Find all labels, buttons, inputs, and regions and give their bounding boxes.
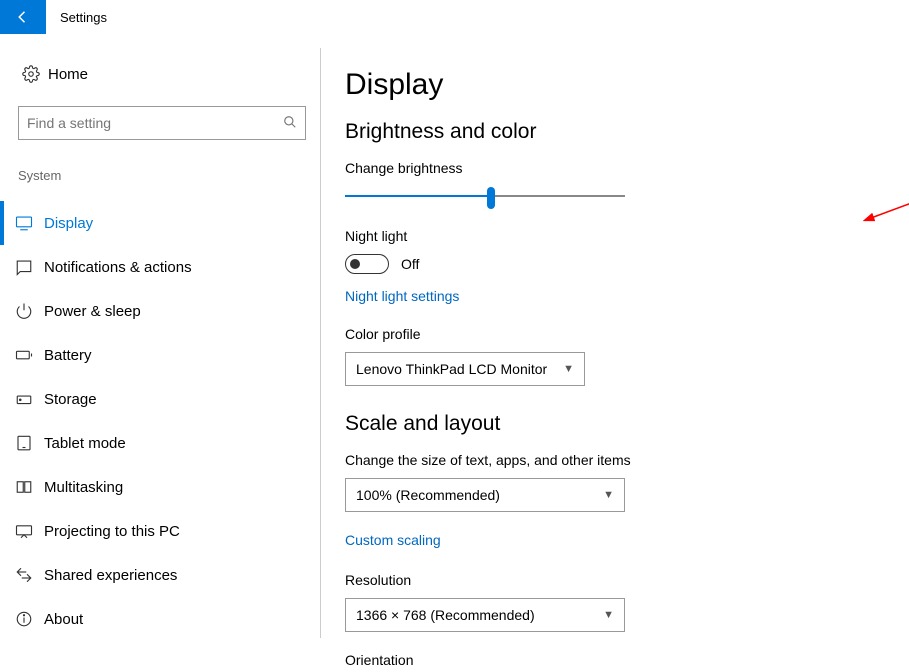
slider-fill xyxy=(345,195,491,197)
sidebar-item-storage[interactable]: Storage xyxy=(0,377,300,421)
sidebar-item-shared[interactable]: Shared experiences xyxy=(0,553,300,597)
sidebar-home-label: Home xyxy=(48,66,88,83)
sidebar-item-tablet[interactable]: Tablet mode xyxy=(0,421,300,465)
sidebar-item-label: Tablet mode xyxy=(44,435,126,452)
search-input[interactable] xyxy=(27,115,283,131)
sidebar-item-label: Storage xyxy=(44,391,97,408)
brightness-slider[interactable] xyxy=(345,186,625,206)
back-button[interactable] xyxy=(0,0,46,34)
night-light-state: Off xyxy=(401,256,419,272)
sidebar-item-label: Shared experiences xyxy=(44,567,177,584)
slider-thumb[interactable] xyxy=(487,187,495,209)
dropdown-value: Lenovo ThinkPad LCD Monitor xyxy=(356,361,547,377)
sidebar-category: System xyxy=(18,168,320,183)
chevron-down-icon: ▼ xyxy=(603,609,614,621)
sidebar-home[interactable]: Home xyxy=(18,54,320,94)
shared-icon xyxy=(4,566,44,584)
gear-icon xyxy=(18,65,44,83)
sidebar-item-label: Projecting to this PC xyxy=(44,523,180,540)
tablet-icon xyxy=(4,434,44,452)
sidebar-item-power[interactable]: Power & sleep xyxy=(0,289,300,333)
sidebar-item-label: About xyxy=(44,611,83,628)
sidebar-item-multitasking[interactable]: Multitasking xyxy=(0,465,300,509)
sidebar-item-label: Notifications & actions xyxy=(44,259,192,276)
sidebar-item-display[interactable]: Display xyxy=(0,201,300,245)
chevron-down-icon: ▼ xyxy=(603,489,614,501)
multitasking-icon xyxy=(4,478,44,496)
battery-icon xyxy=(4,346,44,364)
display-icon xyxy=(4,214,44,232)
dropdown-value: 100% (Recommended) xyxy=(356,487,500,503)
chevron-down-icon: ▼ xyxy=(563,363,574,375)
sidebar-item-battery[interactable]: Battery xyxy=(0,333,300,377)
night-light-toggle[interactable] xyxy=(345,254,389,274)
power-icon xyxy=(4,302,44,320)
search-icon xyxy=(283,115,297,132)
about-icon xyxy=(4,610,44,628)
night-light-settings-link[interactable]: Night light settings xyxy=(345,288,459,304)
dropdown-value: 1366 × 768 (Recommended) xyxy=(356,607,535,623)
resolution-label: Resolution xyxy=(345,572,909,588)
sidebar-item-label: Display xyxy=(44,215,93,232)
page-title: Display xyxy=(345,68,909,102)
sidebar-item-notifications[interactable]: Notifications & actions xyxy=(0,245,300,289)
sidebar-item-label: Multitasking xyxy=(44,479,123,496)
scale-label: Change the size of text, apps, and other… xyxy=(345,452,909,468)
notifications-icon xyxy=(4,258,44,276)
storage-icon xyxy=(4,390,44,408)
color-profile-dropdown[interactable]: Lenovo ThinkPad LCD Monitor ▼ xyxy=(345,352,585,386)
content-pane: Display Brightness and color Change brig… xyxy=(320,48,909,638)
section-scale: Scale and layout xyxy=(345,412,909,436)
projecting-icon xyxy=(4,522,44,540)
arrow-left-icon xyxy=(14,8,32,26)
sidebar-item-about[interactable]: About xyxy=(0,597,300,641)
resolution-dropdown[interactable]: 1366 × 768 (Recommended) ▼ xyxy=(345,598,625,632)
section-brightness: Brightness and color xyxy=(345,120,909,144)
toggle-knob xyxy=(350,259,360,269)
search-input-wrap[interactable] xyxy=(18,106,306,140)
orientation-label: Orientation xyxy=(345,652,909,668)
sidebar-item-label: Power & sleep xyxy=(44,303,141,320)
sidebar-item-projecting[interactable]: Projecting to this PC xyxy=(0,509,300,553)
custom-scaling-link[interactable]: Custom scaling xyxy=(345,532,441,548)
scale-dropdown[interactable]: 100% (Recommended) ▼ xyxy=(345,478,625,512)
brightness-label: Change brightness xyxy=(345,160,909,176)
sidebar-item-label: Battery xyxy=(44,347,92,364)
night-light-label: Night light xyxy=(345,228,909,244)
sidebar: Home System Display Notifications & acti… xyxy=(0,34,320,641)
color-profile-label: Color profile xyxy=(345,326,909,342)
window-title: Settings xyxy=(60,10,107,25)
